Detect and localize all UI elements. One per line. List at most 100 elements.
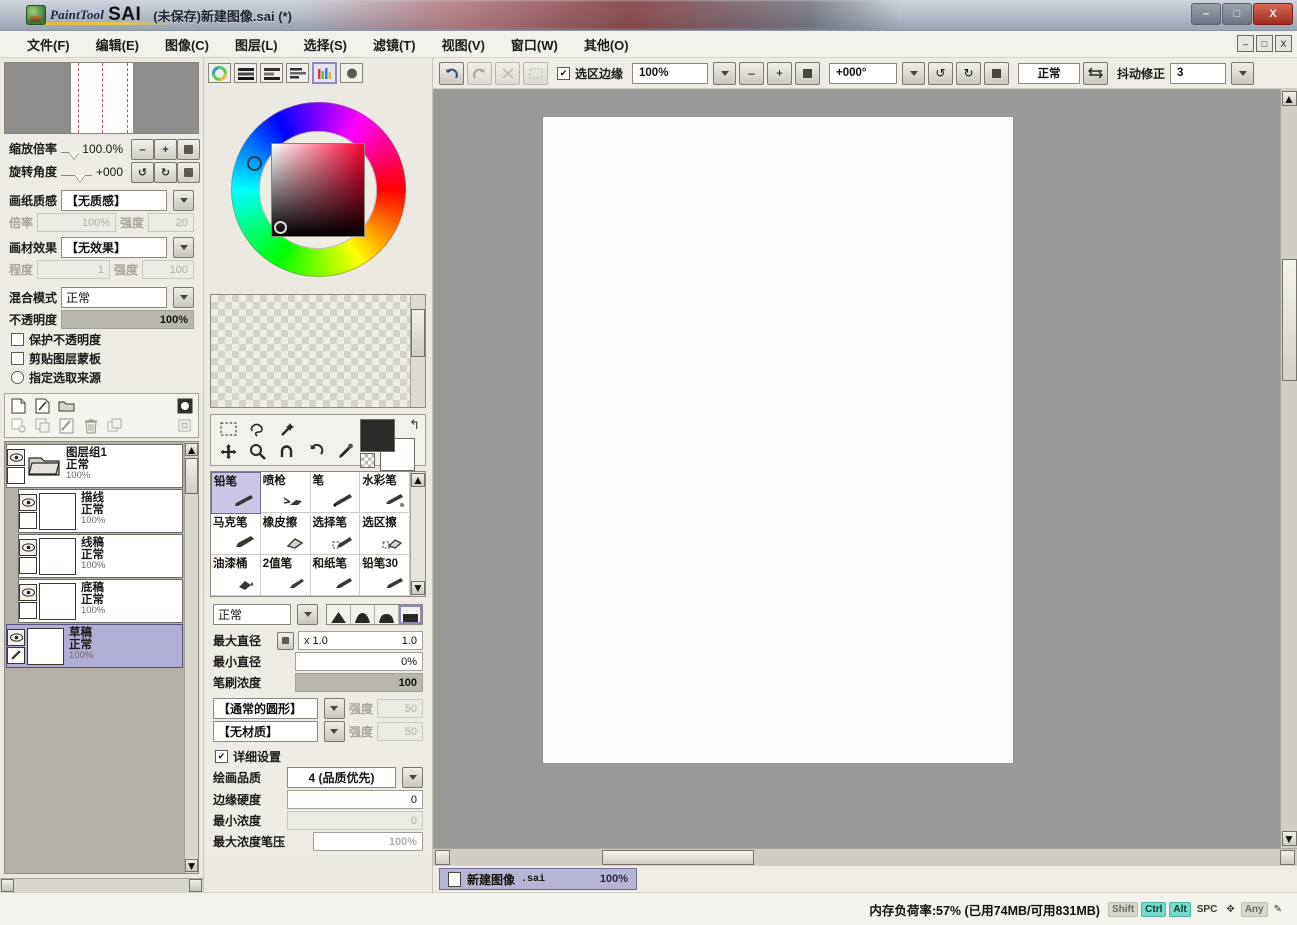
- new-linework-layer-icon[interactable]: [34, 397, 51, 414]
- opacity-slider[interactable]: 100%: [61, 310, 194, 329]
- brush-preset-watercolor[interactable]: 水彩笔: [360, 472, 410, 513]
- min-density-field[interactable]: 0: [287, 811, 423, 830]
- menu-other[interactable]: 其他(O): [571, 33, 642, 56]
- scroll-left-icon[interactable]: [435, 849, 450, 865]
- layer-row-caogao-selected[interactable]: 草稿 正常 100%: [6, 624, 183, 668]
- scroll-down-icon[interactable]: ▼: [1281, 831, 1297, 846]
- menu-file[interactable]: 文件(F): [14, 33, 83, 56]
- foreground-color-swatch[interactable]: [360, 419, 395, 452]
- paper-texture-combo[interactable]: 【无质感】: [61, 190, 167, 211]
- lasso-select-icon[interactable]: [245, 419, 270, 439]
- max-diameter-lock-button[interactable]: [277, 631, 294, 650]
- new-layer-icon[interactable]: [10, 397, 27, 414]
- canvas-paper[interactable]: [543, 117, 1013, 763]
- scroll-down-icon[interactable]: ▼: [185, 859, 198, 873]
- brush-preset-pencil30[interactable]: 铅笔30: [360, 555, 410, 596]
- blend-mode-chevron-down-icon[interactable]: [173, 287, 194, 308]
- texture-strength-value[interactable]: 50: [377, 722, 423, 741]
- stabilizer-value[interactable]: 3: [1170, 62, 1227, 84]
- layer-mask-icon[interactable]: [176, 397, 193, 414]
- zoom-reset-button[interactable]: [177, 139, 200, 160]
- canvas-rotate-right-button[interactable]: ↻: [956, 61, 982, 85]
- canvas-zoom-chevron-down-icon[interactable]: [713, 61, 737, 85]
- saturation-value-square[interactable]: [271, 142, 365, 237]
- scroll-right-icon[interactable]: [1280, 849, 1295, 865]
- eyedropper-icon[interactable]: [333, 441, 358, 461]
- layers-panel[interactable]: 图层组1 正常 100% 描线 正常 100% 线稿 正常 100% 底稿 正常…: [4, 441, 199, 874]
- blend-mode-combo[interactable]: 正常: [61, 287, 167, 308]
- zoom-in-button[interactable]: +: [154, 139, 177, 160]
- brush-shape-combo[interactable]: 【通常的圆形】: [213, 698, 318, 719]
- hsv-sliders-tab[interactable]: [260, 63, 283, 83]
- navigator-preview[interactable]: [4, 62, 199, 134]
- canvas-zoom-out-button[interactable]: –: [739, 61, 765, 85]
- layers-vertical-scrollbar[interactable]: ▲ ▼: [184, 442, 198, 873]
- flip-horizontal-icon[interactable]: [1083, 61, 1109, 85]
- density-slider[interactable]: 100: [295, 673, 423, 692]
- hue-wheel[interactable]: [230, 102, 406, 277]
- eye-icon[interactable]: [19, 493, 37, 511]
- layer-row-miaoxian[interactable]: 描线 正常 100%: [18, 489, 183, 533]
- menu-layer[interactable]: 图层(L): [222, 33, 291, 56]
- brush-preset-bucket[interactable]: 油漆桶: [211, 555, 261, 596]
- rotate-reset-button[interactable]: [177, 162, 200, 183]
- layer-row-digao[interactable]: 底稿 正常 100%: [18, 579, 183, 623]
- eye-icon[interactable]: [19, 538, 37, 556]
- menu-select[interactable]: 选择(S): [291, 33, 360, 56]
- brush-preset-washi[interactable]: 和纸笔: [310, 555, 361, 596]
- swatch-scratchpad[interactable]: [210, 294, 426, 408]
- brush-preset-pencil[interactable]: 铅笔: [211, 472, 261, 514]
- transparent-color-swatch[interactable]: [360, 453, 375, 468]
- scroll-up-icon[interactable]: ▲: [411, 473, 425, 487]
- scratchpad-surface[interactable]: [211, 295, 410, 407]
- canvas-rotate-chevron-down-icon[interactable]: [902, 61, 926, 85]
- max-diameter-field[interactable]: x 1.0 1.0: [298, 631, 423, 650]
- undo-stroke-icon[interactable]: [304, 441, 329, 461]
- sv-cursor[interactable]: [274, 220, 287, 234]
- left-dock-horizontal-scrollbar[interactable]: [0, 878, 203, 892]
- menu-image[interactable]: 图像(C): [152, 33, 222, 56]
- swap-colors-icon[interactable]: ↰: [409, 417, 420, 433]
- new-folder-icon[interactable]: [58, 397, 75, 414]
- deselect-button[interactable]: [523, 61, 548, 85]
- canvas-viewport[interactable]: ▲ ▼: [433, 89, 1297, 848]
- layer-lock-box[interactable]: [7, 466, 25, 484]
- canvas-zoom-value[interactable]: 100%: [632, 62, 709, 84]
- eye-icon[interactable]: [19, 583, 37, 601]
- layer-lock-box[interactable]: [19, 556, 37, 574]
- edge-shape-flat[interactable]: [375, 605, 399, 624]
- rotate-right-button[interactable]: ↻: [154, 162, 177, 183]
- material-degree-value[interactable]: 1: [37, 260, 110, 279]
- brush-presets-panel[interactable]: 铅笔 喷枪 笔 水彩笔 马克笔 橡皮擦 选择笔 选区擦 油漆桶 2值笔 和纸笔 …: [210, 471, 426, 597]
- document-tab[interactable]: 新建图像 .sai 100%: [439, 868, 637, 890]
- layer-row-group[interactable]: 图层组1 正常 100%: [6, 444, 183, 488]
- quality-combo[interactable]: 4 (品质优先): [287, 767, 396, 788]
- stabilizer-chevron-down-icon[interactable]: [1231, 61, 1255, 85]
- maximize-button[interactable]: □: [1222, 3, 1252, 25]
- redo-button[interactable]: [467, 61, 492, 85]
- scroll-right-icon[interactable]: [189, 879, 202, 892]
- brush-preset-brush[interactable]: 笔: [310, 472, 361, 513]
- mdi-minimize-button[interactable]: –: [1237, 35, 1254, 52]
- scrollbar-thumb[interactable]: [411, 309, 425, 357]
- rotate-canvas-icon[interactable]: [274, 441, 299, 461]
- view-mode-value[interactable]: 正常: [1018, 62, 1081, 84]
- scroll-left-icon[interactable]: [1, 879, 14, 892]
- clipping-mask-checkbox[interactable]: 剪贴图层蒙板: [5, 349, 198, 368]
- mixer-tab[interactable]: [340, 63, 363, 83]
- zoom-out-button[interactable]: –: [131, 139, 154, 160]
- rect-select-icon[interactable]: [216, 419, 241, 439]
- brush-preset-airbrush[interactable]: 喷枪: [260, 472, 311, 513]
- canvas-surface[interactable]: [433, 89, 1280, 848]
- zoom-icon[interactable]: [245, 441, 270, 461]
- detail-settings-checkbox[interactable]: ✔ 详细设置: [209, 747, 427, 766]
- color-wheel-area[interactable]: [204, 87, 432, 292]
- merge-group-icon[interactable]: [34, 417, 51, 434]
- canvas-rotate-value[interactable]: +000°: [829, 62, 898, 84]
- edge-shape-round[interactable]: [351, 605, 375, 624]
- brush-blend-mode-chevron-down-icon[interactable]: [297, 604, 318, 625]
- protect-opacity-checkbox[interactable]: 保护不透明度: [5, 330, 198, 349]
- material-strength-value[interactable]: 100: [142, 260, 194, 279]
- delete-layer-icon[interactable]: [82, 417, 99, 434]
- menu-filter[interactable]: 滤镜(T): [360, 33, 429, 56]
